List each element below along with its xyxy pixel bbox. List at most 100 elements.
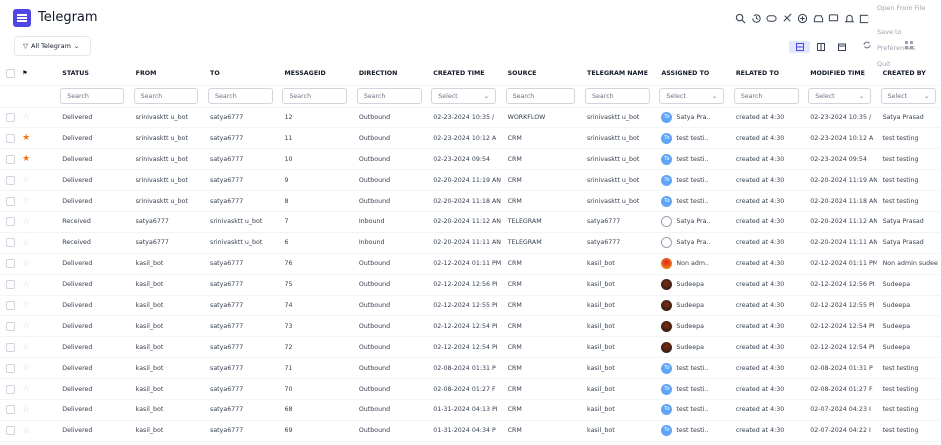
star-icon[interactable]: ☆ [22,426,30,436]
column-header[interactable]: ASSIGNED TO [655,62,730,86]
cell-source: CRM [507,406,522,414]
table-row[interactable]: ☆ Delivered kasil_bot satya6777 71 Outbound 02… [0,357,941,380]
cell-from: kasil_bot [135,301,164,309]
table-row[interactable]: ☆ Delivered kasil_bot satya6777 70 Outbound 02… [0,378,941,400]
star-icon[interactable]: ☆ [22,363,30,373]
search-input[interactable]: Search [208,88,273,104]
select-all-checkbox[interactable] [0,62,17,86]
table-row[interactable]: ☆ Delivered srinivasktt u_bot satya6777 8 Out… [0,190,941,212]
filter-select[interactable]: Select ⌄ [431,88,496,104]
table-view-icon[interactable] [789,41,810,53]
row-checkbox[interactable] [6,342,15,352]
star-icon[interactable]: ☆ [22,321,30,331]
star-icon[interactable]: ★ [22,133,30,143]
table-row[interactable]: ☆ Delivered kasil_bot satya6777 76 Outbound 02… [0,253,941,275]
table-row[interactable]: ☆ Delivered kasil_bot satya6777 75 Outbound 02… [0,274,941,296]
filter-select[interactable]: Select ⌄ [659,88,725,104]
star-icon[interactable]: ☆ [22,259,30,269]
column-header[interactable]: RELATED TO [729,62,805,86]
row-checkbox[interactable] [6,384,15,394]
chat-icon[interactable] [764,12,780,25]
row-checkbox[interactable] [6,300,15,310]
row-checkbox[interactable] [6,259,15,269]
star-icon[interactable]: ☆ [22,300,30,310]
star-icon[interactable]: ☆ [22,405,30,415]
cell-modified-time: 02-12-2024 01:11 PM [810,260,877,268]
row-checkbox[interactable] [6,133,15,143]
star-icon[interactable]: ☆ [22,238,30,248]
star-icon[interactable]: ☆ [22,196,30,206]
cell-from: kasil_bot [135,343,164,351]
column-header[interactable]: DIRECTION [352,62,428,86]
search-input[interactable]: Search [60,88,125,104]
row-checkbox[interactable] [6,405,15,415]
table-row[interactable]: ☆ Delivered kasil_bot satya6777 69 Outbound 01… [0,420,941,442]
mute-icon[interactable] [780,12,796,25]
search-input[interactable]: Search [505,88,575,104]
avatar: To [661,132,673,144]
search-row: Search Search Search Search Search Select ⌄ Sea… [0,85,941,108]
row-checkbox[interactable] [6,154,15,164]
row-checkbox[interactable] [6,321,15,331]
row-checkbox[interactable] [6,217,15,227]
cell-messageid: 75 [284,281,293,289]
menu-item-open-from-file[interactable]: Open From File [877,4,925,12]
row-checkbox[interactable] [6,175,15,185]
column-header[interactable]: CREATED BY [876,62,941,86]
add-icon[interactable] [795,12,811,25]
star-icon[interactable]: ★ [22,154,30,164]
column-header[interactable]: STATUS [56,62,130,86]
column-header[interactable]: FROM [129,62,205,86]
table-row[interactable]: ☆ Delivered kasil_bot satya6777 68 Outbound 01… [0,399,941,421]
star-icon[interactable]: ☆ [22,112,30,122]
message-icon[interactable] [826,12,842,25]
menu-item-save-to[interactable]: Save to [877,28,902,36]
table-row[interactable]: ★ Delivered srinivasktt u_bot satya6777 10 Ou… [0,148,941,171]
grid-settings-icon[interactable] [904,40,914,50]
search-input[interactable]: Search [356,88,422,104]
table-row[interactable]: ☆ Delivered kasil_bot satya6777 72 Outbound 02… [0,336,941,359]
row-checkbox[interactable] [6,238,15,248]
column-header[interactable]: TO [204,62,279,86]
star-icon[interactable]: ☆ [22,384,30,394]
kanban-view-icon[interactable] [810,41,831,53]
search-input[interactable]: Search [585,88,650,104]
search-input[interactable]: Search [133,88,199,104]
cell-created-time: 01-31-2024 04:13 PI [433,406,498,414]
table-row[interactable]: ☆ Delivered srinivasktt u_bot satya6777 12 Ou… [0,107,941,129]
column-header[interactable]: CREATED TIME [427,62,502,86]
star-icon[interactable]: ☆ [22,280,30,290]
table-row[interactable]: ☆ Delivered srinivasktt u_bot satya6777 9 Out… [0,169,941,192]
search-icon[interactable] [733,12,749,25]
calendar-view-icon[interactable] [831,41,852,53]
bell-icon[interactable] [842,12,858,25]
inbox-icon[interactable] [811,12,827,25]
menu-icon[interactable] [13,9,31,27]
star-icon[interactable]: ☆ [22,175,30,185]
table-row[interactable]: ☆ Received satya6777 srinivasktt u_bot 6 Inbo… [0,232,941,254]
star-icon[interactable]: ☆ [22,342,30,352]
table-row[interactable]: ☆ Received satya6777 srinivasktt u_bot 7 Inbo… [0,211,941,233]
row-checkbox[interactable] [6,426,15,436]
search-input[interactable]: Search [733,88,799,104]
row-checkbox[interactable] [6,196,15,206]
filter-select[interactable]: Select ⌄ [808,88,872,104]
cell-telegram-name: kasil_bot [587,427,615,435]
column-header[interactable]: MODIFIED TIME [804,62,877,86]
sync-icon[interactable] [862,40,872,50]
column-header[interactable]: TELEGRAM NAME [581,62,656,86]
filter-select[interactable]: Select ⌄ [880,88,937,104]
star-icon[interactable]: ☆ [22,217,30,227]
column-header[interactable]: SOURCE [501,62,582,86]
cell-created-by: test testing [882,427,919,435]
row-checkbox[interactable] [6,280,15,290]
history-icon[interactable] [749,12,765,25]
search-input[interactable]: Search [282,88,348,104]
column-header[interactable]: MESSAGEID [278,62,353,86]
filter-dropdown[interactable]: ▽ All Telegram ⌄ [14,36,91,56]
table-row[interactable]: ★ Delivered srinivasktt u_bot satya6777 11 Ou… [0,127,941,150]
row-checkbox[interactable] [6,112,15,122]
table-row[interactable]: ☆ Delivered kasil_bot satya6777 74 Outbound 02… [0,295,941,317]
row-checkbox[interactable] [6,363,15,373]
table-row[interactable]: ☆ Delivered kasil_bot satya6777 73 Outbound 02… [0,315,941,338]
